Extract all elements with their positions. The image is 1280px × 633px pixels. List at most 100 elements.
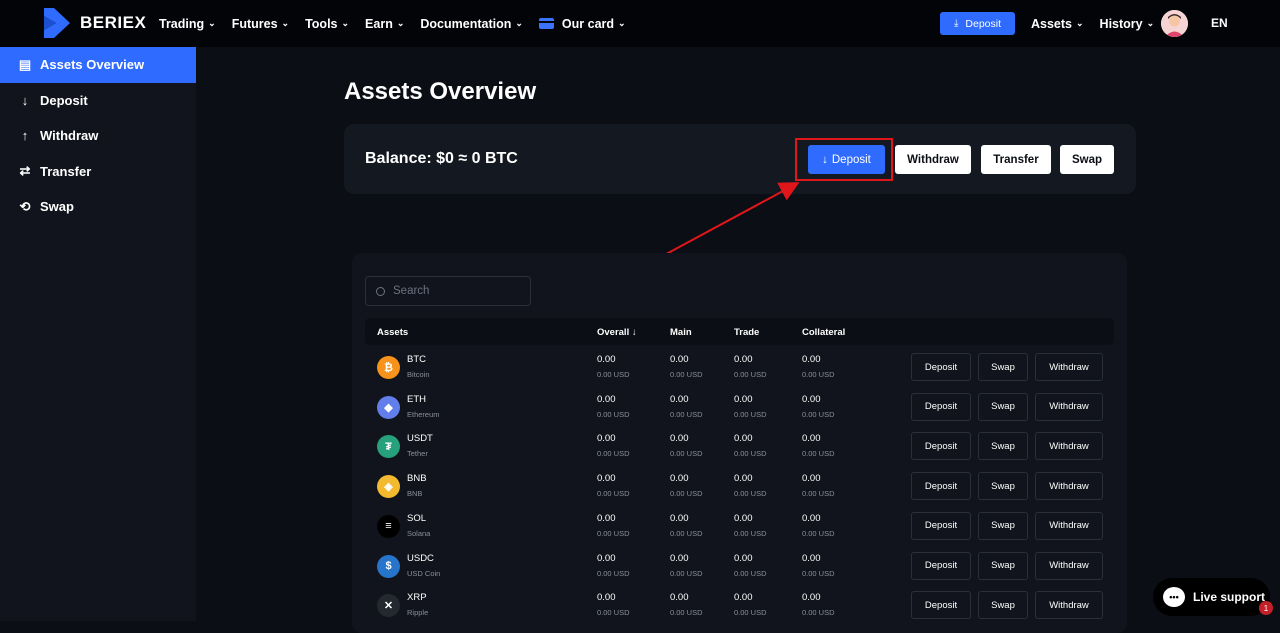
chat-bubble-icon: ••• — [1163, 587, 1185, 607]
row-withdraw-button[interactable]: Withdraw — [1035, 432, 1103, 461]
asset-symbol: BTC — [407, 354, 426, 365]
row-deposit-button[interactable]: Deposit — [911, 591, 971, 620]
row-swap-button[interactable]: Swap — [978, 472, 1028, 501]
trade-value: 0.00 — [734, 354, 753, 365]
row-swap-button[interactable]: Swap — [978, 353, 1028, 381]
header-collateral: Collateral — [802, 327, 846, 338]
row-deposit-button[interactable]: Deposit — [911, 511, 971, 540]
overall-value: 0.00 — [597, 473, 616, 485]
main-usd: 0.00 USD — [670, 489, 703, 499]
header-overall-label: Overall — [597, 327, 630, 338]
overall-value: 0.00 — [597, 512, 616, 524]
collateral-usd: 0.00 USD — [802, 370, 835, 379]
collateral-value: 0.00 — [802, 552, 821, 564]
trade-value: 0.00 — [734, 433, 753, 445]
main-value: 0.00 — [670, 393, 689, 405]
sort-arrow-icon: ↓ — [631, 327, 637, 338]
row-swap-button[interactable]: Swap — [978, 392, 1028, 421]
collateral-usd: 0.00 USD — [802, 489, 835, 499]
asset-name: USD Coin — [407, 568, 441, 578]
overall-usd: 0.00 USD — [597, 608, 630, 618]
notification-badge: 1 — [1259, 601, 1273, 615]
main-value: 0.00 — [670, 433, 689, 445]
trade-value: 0.00 — [734, 393, 753, 405]
trade-value: 0.00 — [734, 512, 753, 524]
collateral-value: 0.00 — [802, 354, 821, 365]
row-withdraw-button[interactable]: Withdraw — [1035, 353, 1103, 381]
collateral-usd: 0.00 USD — [802, 528, 835, 538]
eth-coin-icon: ◆ — [377, 395, 400, 419]
table-row: ◈ BNB BNB 0.00 0.00 USD 0.00 0.00 USD 0.00 0.00 … — [352, 472, 1127, 512]
collateral-usd: 0.00 USD — [802, 608, 835, 618]
main-usd: 0.00 USD — [670, 370, 703, 379]
collateral-value: 0.00 — [802, 512, 821, 524]
overall-usd: 0.00 USD — [597, 370, 630, 379]
main-usd: 0.00 USD — [670, 528, 703, 538]
header-overall[interactable]: Overall ↓ — [597, 327, 637, 338]
table-row: ✕ XRP Ripple 0.00 0.00 USD 0.00 0.00 USD 0.00 0.… — [352, 591, 1127, 631]
row-deposit-button[interactable]: Deposit — [911, 353, 971, 381]
asset-symbol: USDT — [407, 433, 433, 445]
main-value: 0.00 — [670, 552, 689, 564]
row-withdraw-button[interactable]: Withdraw — [1035, 591, 1103, 620]
main-value: 0.00 — [670, 473, 689, 485]
table-header: Assets Overall ↓ Main Trade Collateral — [365, 318, 1114, 345]
overall-value: 0.00 — [597, 433, 616, 445]
main-value: 0.00 — [670, 354, 689, 365]
row-withdraw-button[interactable]: Withdraw — [1035, 472, 1103, 501]
asset-name: Tether — [407, 449, 428, 459]
asset-name: Bitcoin — [407, 370, 430, 379]
row-withdraw-button[interactable]: Withdraw — [1035, 392, 1103, 421]
asset-name: Ripple — [407, 608, 429, 618]
header-main: Main — [670, 327, 692, 338]
asset-symbol: USDC — [407, 552, 434, 564]
row-withdraw-button[interactable]: Withdraw — [1035, 511, 1103, 540]
table-row: ₮ USDT Tether 0.00 0.00 USD 0.00 0.00 USD 0.00 0… — [352, 432, 1127, 472]
overall-value: 0.00 — [597, 393, 616, 405]
live-support-button[interactable]: ••• Live support — [1153, 578, 1270, 616]
overall-usd: 0.00 USD — [597, 568, 630, 578]
row-deposit-button[interactable]: Deposit — [911, 432, 971, 461]
xrp-coin-icon: ✕ — [377, 594, 400, 618]
collateral-usd: 0.00 USD — [802, 568, 835, 578]
header-assets: Assets — [377, 327, 409, 338]
overall-usd: 0.00 USD — [597, 489, 630, 499]
header-trade: Trade — [734, 327, 760, 338]
row-deposit-button[interactable]: Deposit — [911, 472, 971, 501]
trade-usd: 0.00 USD — [734, 489, 767, 499]
overall-usd: 0.00 USD — [597, 449, 630, 459]
row-swap-button[interactable]: Swap — [978, 591, 1028, 620]
asset-symbol: BNB — [407, 473, 427, 485]
trade-usd: 0.00 USD — [734, 528, 767, 538]
search-icon — [376, 286, 385, 296]
collateral-value: 0.00 — [802, 433, 821, 445]
main-usd: 0.00 USD — [670, 409, 703, 419]
sol-coin-icon: ≡ — [377, 514, 400, 538]
collateral-value: 0.00 — [802, 393, 821, 405]
collateral-usd: 0.00 USD — [802, 449, 835, 459]
assets-table-card: Assets Overall ↓ Main Trade Collateral ₿… — [352, 253, 1127, 633]
row-swap-button[interactable]: Swap — [978, 551, 1028, 580]
asset-symbol: SOL — [407, 512, 427, 524]
table-row: $ USDC USD Coin 0.00 0.00 USD 0.00 0.00 USD 0.0… — [352, 551, 1127, 592]
asset-name: Ethereum — [407, 409, 440, 419]
trade-usd: 0.00 USD — [734, 568, 767, 578]
main-value: 0.00 — [670, 512, 689, 524]
row-withdraw-button[interactable]: Withdraw — [1035, 551, 1103, 580]
trade-value: 0.00 — [734, 592, 753, 604]
overall-usd: 0.00 USD — [597, 528, 630, 538]
main-usd: 0.00 USD — [670, 568, 703, 578]
usdt-coin-icon: ₮ — [377, 435, 400, 459]
overall-usd: 0.00 USD — [597, 409, 630, 419]
trade-value: 0.00 — [734, 473, 753, 485]
row-swap-button[interactable]: Swap — [978, 432, 1028, 461]
search-box[interactable] — [365, 276, 531, 306]
trade-value: 0.00 — [734, 552, 753, 564]
row-swap-button[interactable]: Swap — [978, 511, 1028, 540]
search-input[interactable] — [393, 285, 513, 297]
row-deposit-button[interactable]: Deposit — [911, 392, 971, 421]
collateral-value: 0.00 — [802, 592, 821, 604]
row-deposit-button[interactable]: Deposit — [911, 551, 971, 580]
overall-value: 0.00 — [597, 592, 616, 604]
asset-name: Solana — [407, 528, 431, 538]
